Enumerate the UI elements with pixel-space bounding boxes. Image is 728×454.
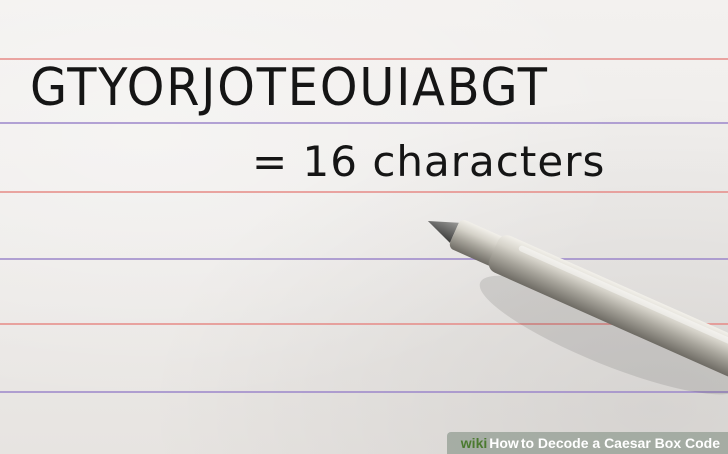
- wikihow-caption: wiki How to Decode a Caesar Box Code: [446, 432, 728, 454]
- ballpoint-pen: [427, 220, 728, 400]
- how-word: How: [489, 435, 519, 451]
- caption-title: to Decode a Caesar Box Code: [520, 435, 720, 451]
- wiki-brand: wiki: [460, 435, 488, 451]
- photo-scene: GTYORJOTEOUIABGT = 16 characters wiki Ho…: [0, 0, 728, 454]
